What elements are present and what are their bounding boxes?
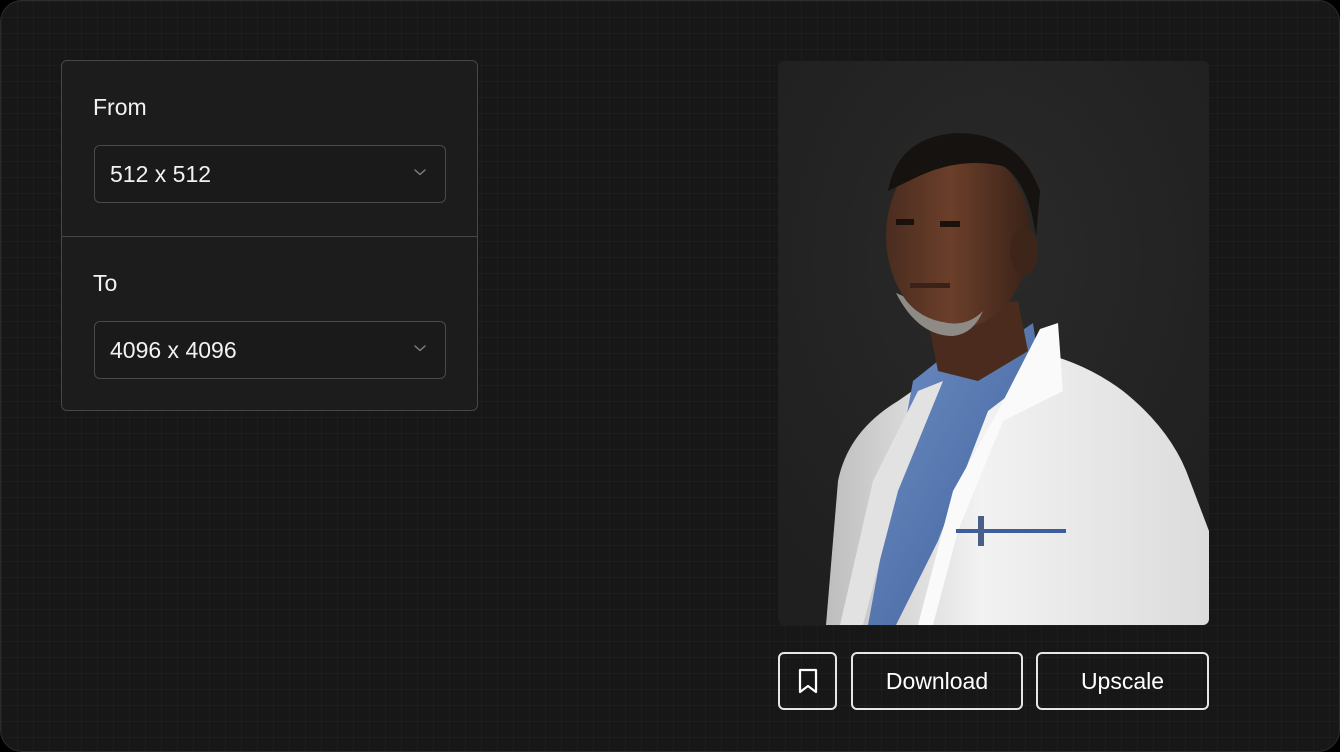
chevron-down-icon <box>414 345 426 352</box>
resolution-panel: From 512 x 512 To 4096 x 4096 <box>61 60 478 411</box>
portrait-image <box>778 61 1209 625</box>
to-section: To 4096 x 4096 <box>62 237 477 411</box>
bookmark-icon <box>798 668 817 694</box>
from-resolution-select[interactable]: 512 x 512 <box>94 145 446 203</box>
preview-image <box>778 61 1209 625</box>
from-label: From <box>93 94 147 120</box>
from-resolution-value: 512 x 512 <box>110 161 212 187</box>
to-resolution-value: 4096 x 4096 <box>110 337 237 363</box>
to-label: To <box>93 270 118 296</box>
app-frame: From 512 x 512 To 4096 x 4096 Download U… <box>0 0 1340 752</box>
chevron-down-icon <box>414 169 426 176</box>
upscale-button[interactable]: Upscale <box>1036 652 1209 710</box>
bookmark-button[interactable] <box>778 652 837 710</box>
download-button[interactable]: Download <box>851 652 1023 710</box>
from-section: From 512 x 512 <box>62 61 477 237</box>
to-resolution-select[interactable]: 4096 x 4096 <box>94 321 446 379</box>
